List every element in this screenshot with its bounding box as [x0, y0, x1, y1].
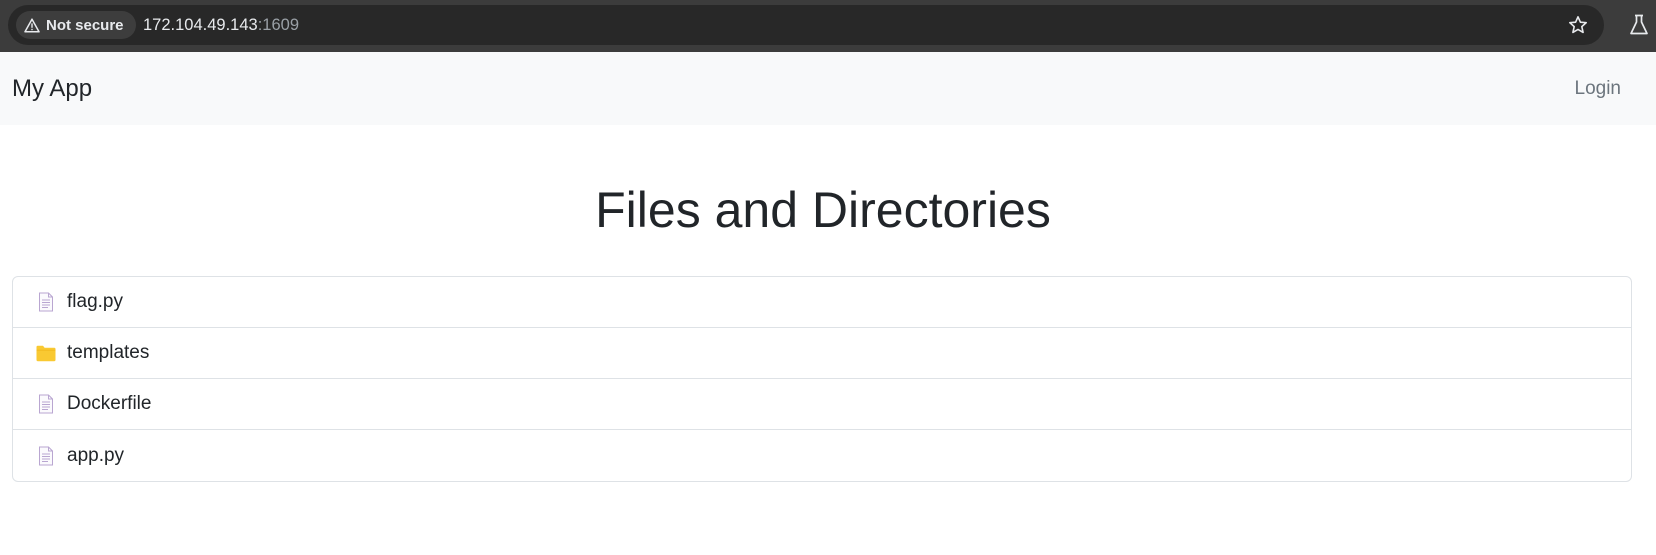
folder-icon	[36, 342, 56, 364]
file-item[interactable]: flag.py	[13, 277, 1631, 328]
labs-flask-icon[interactable]	[1629, 14, 1649, 36]
file-icon	[36, 445, 56, 467]
file-name-link[interactable]: templates	[67, 342, 149, 364]
file-name-link[interactable]: Dockerfile	[67, 393, 151, 415]
url-host: 172.104.49.143	[143, 16, 258, 34]
security-label: Not secure	[46, 16, 124, 34]
browser-toolbar: Not secure 172.104.49.143:1609	[0, 0, 1656, 52]
file-icon	[36, 291, 56, 313]
file-item[interactable]: Dockerfile	[13, 379, 1631, 430]
file-name-link[interactable]: flag.py	[67, 291, 123, 313]
warning-icon	[24, 17, 40, 33]
file-item[interactable]: app.py	[13, 430, 1631, 481]
directory-item[interactable]: templates	[13, 328, 1631, 379]
brand-link[interactable]: My App	[12, 52, 92, 125]
file-name-link[interactable]: app.py	[67, 445, 124, 467]
app-navbar: My App Login	[0, 52, 1656, 125]
login-link[interactable]: Login	[1575, 52, 1622, 125]
file-icon	[36, 393, 56, 415]
url-text[interactable]: 172.104.49.143:1609	[143, 5, 299, 45]
url-port: :1609	[257, 16, 299, 34]
bookmark-star-icon[interactable]	[1568, 15, 1588, 35]
security-chip[interactable]: Not secure	[16, 11, 136, 39]
page-title: Files and Directories	[595, 182, 1051, 238]
file-list: flag.py templates Dockerfile app.py	[12, 276, 1632, 482]
address-bar[interactable]: Not secure 172.104.49.143:1609	[8, 5, 1604, 45]
